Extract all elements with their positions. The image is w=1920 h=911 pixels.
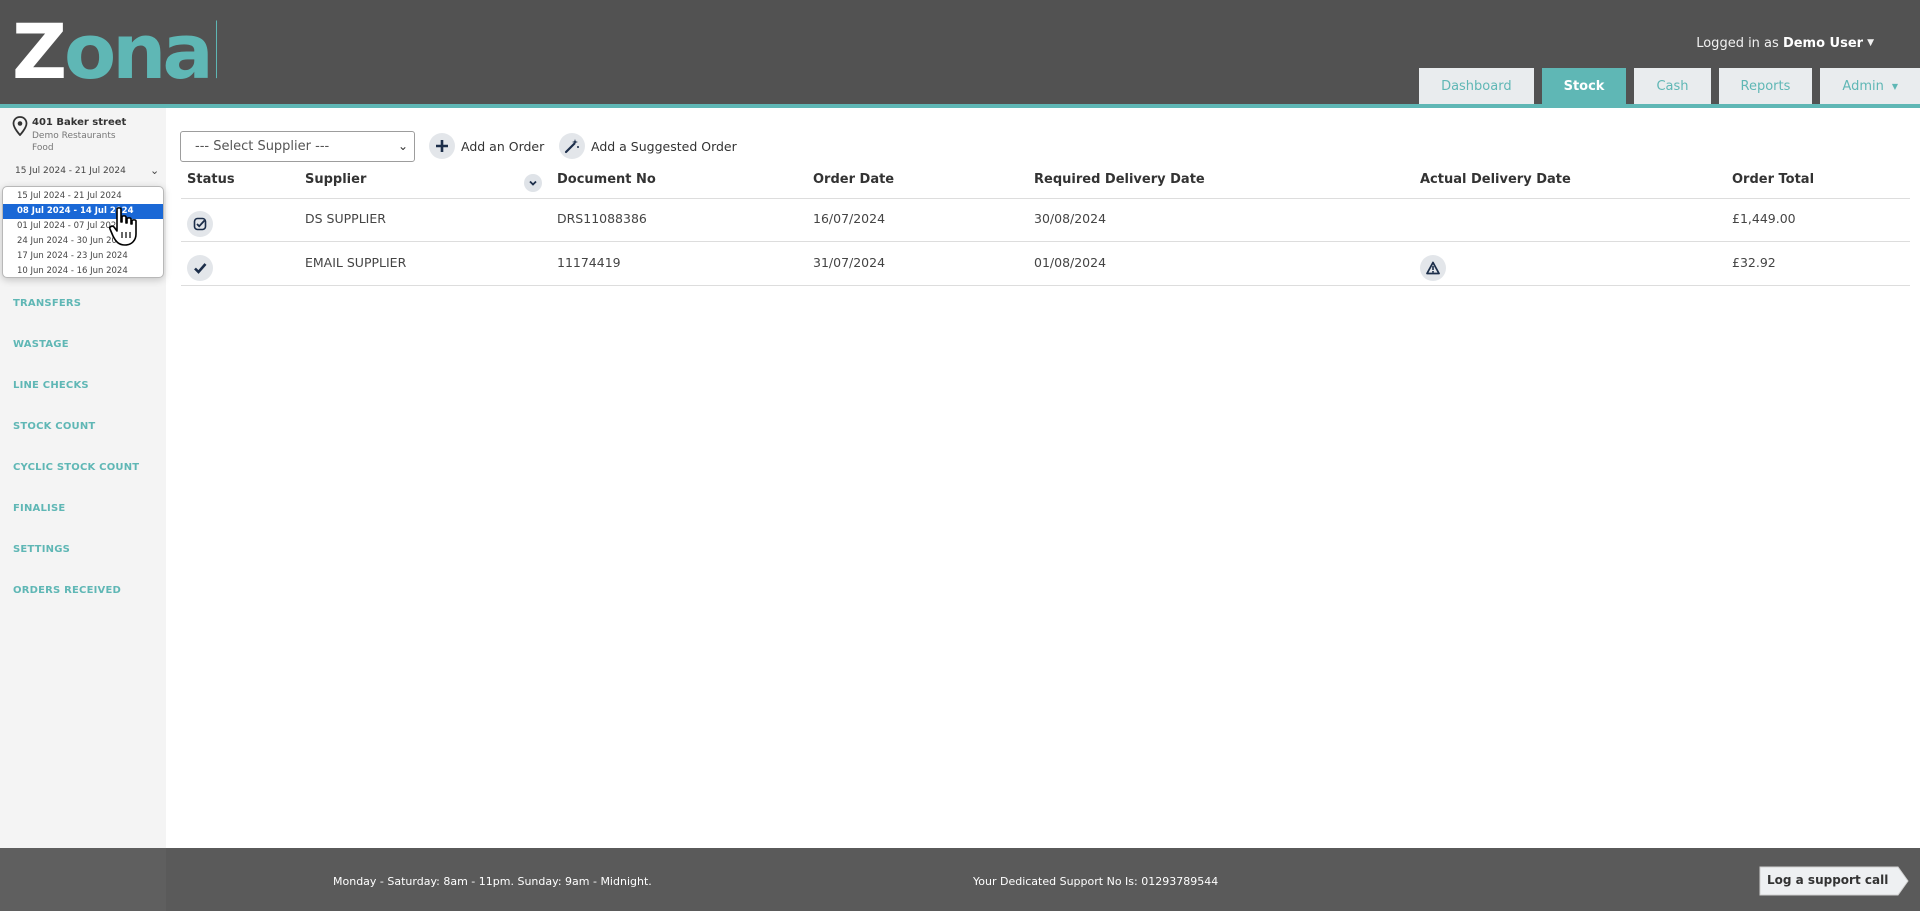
support-hours: Monday - Saturday: 8am - 11pm. Sunday: 9… xyxy=(333,875,652,888)
log-support-call-button[interactable]: Log a support call xyxy=(1759,866,1909,896)
header-accent-line xyxy=(0,104,1920,108)
document-no-cell: DRS11088386 xyxy=(557,211,647,226)
sidebar-item-cyclic-stock-count[interactable]: CYCLIC STOCK COUNT xyxy=(13,462,139,503)
column-header-required-delivery-date[interactable]: Required Delivery Date xyxy=(1034,172,1205,187)
supplier-select[interactable]: --- Select Supplier --- ⌄ xyxy=(180,131,415,162)
required-delivery-cell: 30/08/2024 xyxy=(1034,211,1107,226)
sidebar-item-stock-count[interactable]: STOCK COUNT xyxy=(13,421,139,462)
checkbox-check-icon xyxy=(187,211,213,237)
chevron-down-icon[interactable] xyxy=(524,174,542,192)
svg-text:onal: onal xyxy=(64,18,217,84)
sidebar-nav: TRANSFERS WASTAGE LINE CHECKS STOCK COUN… xyxy=(13,298,139,626)
period-option[interactable]: 15 Jul 2024 - 21 Jul 2024 xyxy=(3,189,163,204)
document-no-cell: 11174419 xyxy=(557,255,621,270)
chevron-down-icon[interactable]: ⌄ xyxy=(150,164,159,177)
column-header-status[interactable]: Status xyxy=(187,172,235,187)
period-option[interactable]: 10 Jun 2024 - 16 Jun 2024 xyxy=(3,264,163,279)
check-icon xyxy=(187,255,213,281)
tab-admin[interactable]: Admin ▼ xyxy=(1820,68,1920,104)
sidebar-item-line-checks[interactable]: LINE CHECKS xyxy=(13,380,139,421)
location-company: Demo Restaurants xyxy=(32,131,116,141)
location-category: Food xyxy=(32,143,54,153)
top-header: Z onal Logged in as Demo User ▼ Dashboard… xyxy=(0,0,1920,104)
sidebar-item-finalise[interactable]: FINALISE xyxy=(13,503,139,544)
tab-dashboard[interactable]: Dashboard xyxy=(1419,68,1534,104)
supplier-cell: EMAIL SUPPLIER xyxy=(305,255,407,270)
zonal-logo: Z onal xyxy=(12,18,217,84)
column-header-order-date[interactable]: Order Date xyxy=(813,172,894,187)
column-header-supplier[interactable]: Supplier xyxy=(305,172,366,187)
required-delivery-cell: 01/08/2024 xyxy=(1034,255,1107,270)
period-option[interactable]: 17 Jun 2024 - 23 Jun 2024 xyxy=(3,249,163,264)
sidebar-item-wastage[interactable]: WASTAGE xyxy=(13,339,139,380)
add-order-button[interactable]: Add an Order xyxy=(429,133,544,159)
caret-down-icon: ▼ xyxy=(1867,38,1874,48)
tab-reports[interactable]: Reports xyxy=(1718,68,1813,104)
order-total-cell: £1,449.00 xyxy=(1732,211,1796,226)
plus-icon xyxy=(429,133,455,159)
supplier-cell: DS SUPPLIER xyxy=(305,211,386,226)
column-header-document-no[interactable]: Document No xyxy=(557,172,656,187)
sidebar-item-transfers[interactable]: TRANSFERS xyxy=(13,298,139,339)
user-name: Demo User xyxy=(1782,36,1864,51)
location-pin-icon xyxy=(12,116,28,136)
caret-down-icon: ▼ xyxy=(1891,81,1898,91)
logged-in-label: Logged in as xyxy=(1696,36,1779,51)
location-street: 401 Baker street xyxy=(32,117,127,128)
order-date-cell: 31/07/2024 xyxy=(813,255,886,270)
warning-icon[interactable] xyxy=(1420,255,1446,281)
footer: Monday - Saturday: 8am - 11pm. Sunday: 9… xyxy=(0,848,1920,911)
period-select[interactable]: 15 Jul 2024 - 21 Jul 2024 xyxy=(15,166,163,176)
table-row[interactable]: EMAIL SUPPLIER 11174419 31/07/2024 01/08… xyxy=(181,243,1910,286)
tab-stock[interactable]: Stock xyxy=(1541,68,1627,104)
support-number: Your Dedicated Support No Is: 0129378954… xyxy=(973,875,1219,888)
sidebar-item-orders-received[interactable]: ORDERS RECEIVED xyxy=(13,585,139,626)
magic-wand-icon xyxy=(559,133,585,159)
hand-pointer-cursor-icon xyxy=(109,207,137,246)
column-header-actual-delivery-date[interactable]: Actual Delivery Date xyxy=(1420,172,1571,187)
order-date-cell: 16/07/2024 xyxy=(813,211,886,226)
order-total-cell: £32.92 xyxy=(1732,255,1776,270)
user-menu[interactable]: Logged in as Demo User ▼ xyxy=(1696,36,1874,51)
add-suggested-order-button[interactable]: Add a Suggested Order xyxy=(559,133,737,159)
sidebar-item-settings[interactable]: SETTINGS xyxy=(13,544,139,585)
supplier-select-value: --- Select Supplier --- xyxy=(195,139,330,154)
svg-text:Z: Z xyxy=(12,18,64,84)
chevron-down-icon: ⌄ xyxy=(397,139,408,153)
table-row[interactable]: DS SUPPLIER DRS11088386 16/07/2024 30/08… xyxy=(181,199,1910,242)
main-tabs: Dashboard Stock Cash Reports Admin ▼ xyxy=(1419,68,1920,104)
footer-sidebar-strip xyxy=(0,848,166,911)
tab-cash[interactable]: Cash xyxy=(1634,68,1711,104)
column-header-order-total[interactable]: Order Total xyxy=(1732,172,1814,187)
